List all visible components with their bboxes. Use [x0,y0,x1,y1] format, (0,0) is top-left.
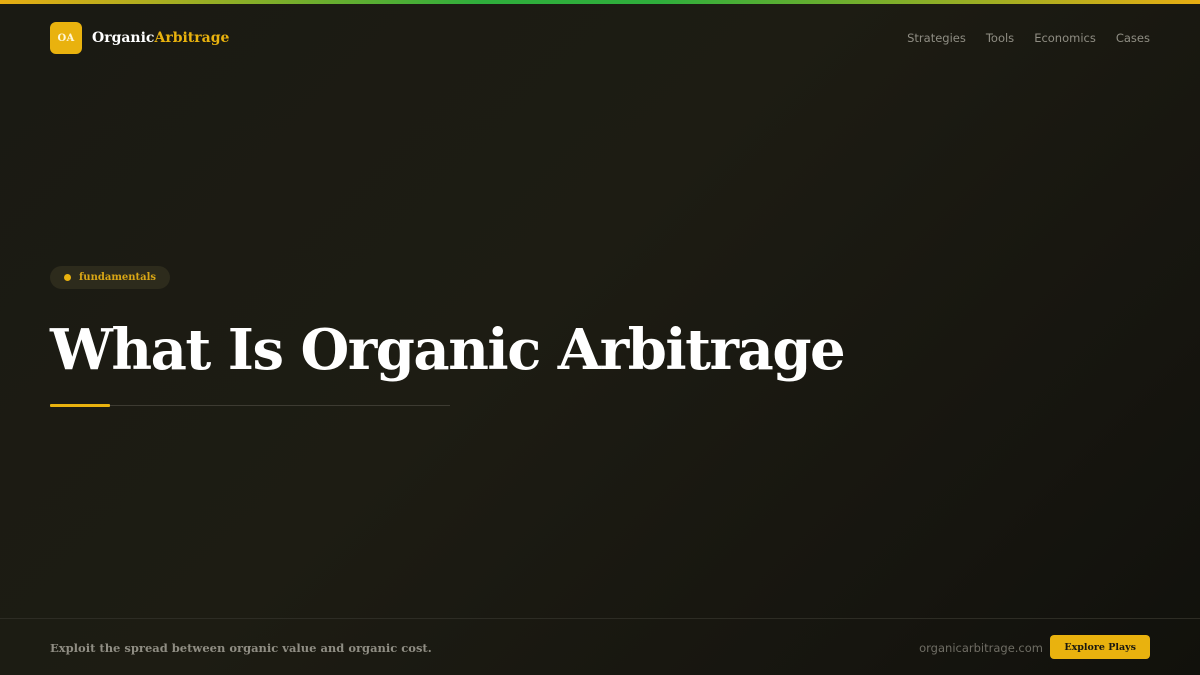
footer-domain: organicarbitrage.com [919,641,1043,655]
nav-link-cases[interactable]: Cases [1116,30,1150,46]
nav-link-strategies[interactable]: Strategies [907,30,966,46]
tag-dot-icon [64,274,71,281]
footer-divider [0,618,1200,619]
category-tag-label: fundamentals [79,272,157,283]
page-title: What Is Organic Arbitrage [50,317,846,383]
title-divider-accent [50,404,110,407]
nav-link-economics[interactable]: Economics [1034,30,1096,46]
logo-wordmark-part1: Organic [92,30,155,46]
logo-wordmark-part2: Arbitrage [154,30,230,46]
logo-wordmark[interactable]: OrganicArbitrage [92,29,229,47]
footer-tagline: Exploit the spread between organic value… [50,641,432,655]
nav-link-tools[interactable]: Tools [986,30,1014,46]
title-divider [50,405,450,406]
category-tag: fundamentals [50,266,171,289]
logo-badge-text: OA [57,32,75,44]
top-accent-bar [0,0,1200,4]
explore-plays-button[interactable]: Explore Plays [1050,635,1150,659]
main-nav: Strategies Tools Economics Cases [907,30,1150,46]
logo-badge[interactable]: OA [50,22,82,54]
